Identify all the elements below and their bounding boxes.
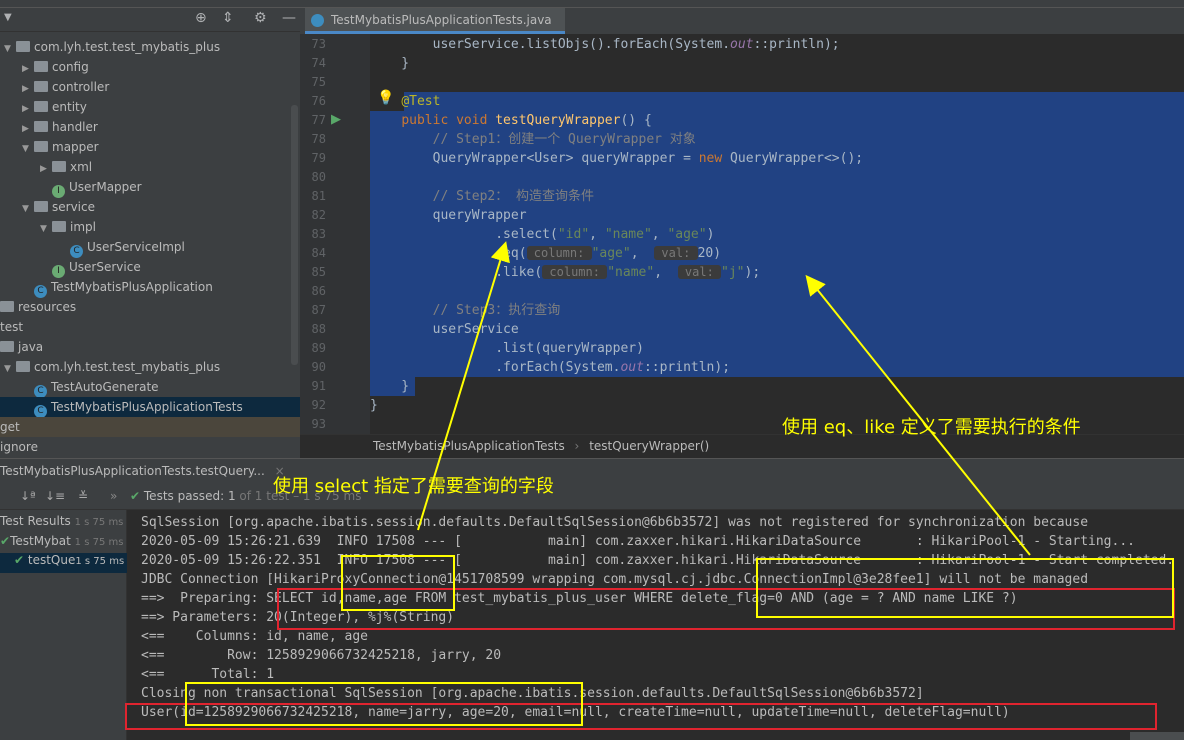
annotation-overlay <box>125 241 1175 730</box>
arrow-eq-like <box>805 274 1031 556</box>
yellow-box-fields <box>341 555 455 611</box>
arrow-select <box>417 241 510 531</box>
